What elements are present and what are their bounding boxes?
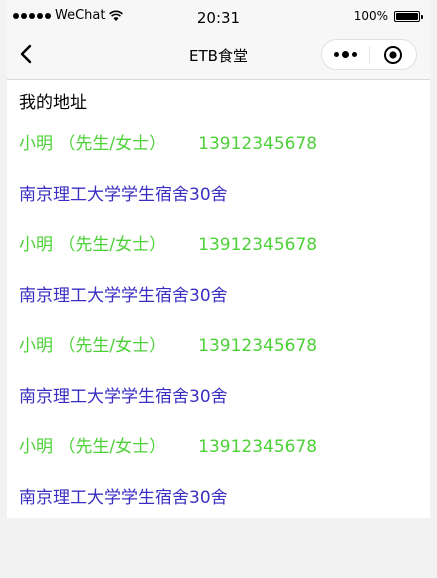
- miniprogram-capsule: [321, 39, 417, 70]
- address-line[interactable]: 南京理工大学学生宿舍30舍: [19, 483, 228, 508]
- contact-phone: 13912345678: [198, 235, 318, 255]
- contact-phone: 13912345678: [198, 336, 318, 356]
- target-close-icon: [383, 45, 402, 64]
- address-line[interactable]: 南京理工大学学生宿舍30舍: [19, 180, 228, 205]
- contact-name: 小明 （先生/女士）: [19, 336, 167, 356]
- contact-name: 小明 （先生/女士）: [19, 235, 167, 255]
- phone-frame: WeChat 20:31 100% ETB食堂 我的地址 小明 （先生/女士） …: [7, 0, 430, 578]
- contact-line[interactable]: 小明 （先生/女士） 13912345678: [19, 432, 317, 457]
- battery-status: 100%: [353, 9, 423, 23]
- main-content: 我的地址 小明 （先生/女士） 13912345678 南京理工大学学生宿舍30舍…: [7, 80, 430, 518]
- contact-phone: 13912345678: [198, 134, 318, 154]
- battery-icon: [394, 10, 423, 22]
- status-bar: WeChat 20:31 100%: [7, 0, 430, 30]
- contact-line[interactable]: 小明 （先生/女士） 13912345678: [19, 331, 317, 356]
- more-menu-button[interactable]: [322, 40, 369, 69]
- contact-line[interactable]: 小明 （先生/女士） 13912345678: [19, 129, 317, 154]
- more-dots-icon: [333, 51, 357, 58]
- battery-percent: 100%: [353, 9, 388, 23]
- navigation-bar: ETB食堂: [7, 30, 430, 80]
- contact-name: 小明 （先生/女士）: [19, 437, 167, 457]
- address-line[interactable]: 南京理工大学学生宿舍30舍: [19, 281, 228, 306]
- section-heading: 我的地址: [19, 93, 87, 113]
- contact-phone: 13912345678: [198, 437, 318, 457]
- contact-line[interactable]: 小明 （先生/女士） 13912345678: [19, 230, 317, 255]
- contact-name: 小明 （先生/女士）: [19, 134, 167, 154]
- close-miniprogram-button[interactable]: [370, 40, 417, 69]
- address-line[interactable]: 南京理工大学学生宿舍30舍: [19, 382, 228, 407]
